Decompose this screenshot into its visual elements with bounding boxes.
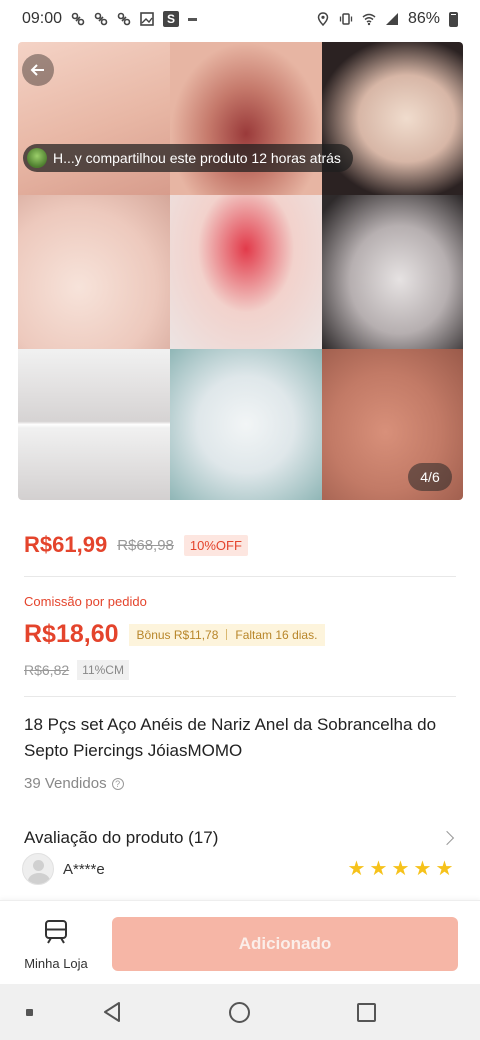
gallery-tile-medusa-piercing [170, 42, 322, 195]
price-original: R$68,98 [117, 536, 174, 554]
price-row: R$61,99 R$68,98 10%OFF [24, 532, 248, 558]
status-right: 86% [316, 10, 458, 28]
divider [24, 696, 456, 697]
sharer-avatar [27, 148, 47, 168]
avatar [22, 853, 54, 885]
battery-percent: 86% [407, 10, 440, 27]
image-icon [140, 12, 154, 26]
my-store-button[interactable]: Minha Loja [20, 919, 92, 971]
star-icon: ★ [413, 857, 432, 880]
gallery-tile-bridge-piercing [18, 349, 170, 500]
sold-count-row: 39 Vendidos ? [24, 775, 124, 792]
commission-old-value: R$6,82 [24, 662, 70, 678]
star-icon: ★ [369, 857, 388, 880]
chevron-right-icon [439, 830, 455, 846]
commission-row: R$18,60 Bônus R$11,78 Faltam 16 dias. [24, 620, 326, 649]
link-icon [117, 12, 131, 26]
star-rating: ★ ★ ★ ★ ★ [347, 857, 454, 880]
location-icon [316, 12, 330, 26]
status-left: 09:00 S [22, 10, 198, 28]
vibrate-icon [339, 12, 353, 26]
gallery-tile-ear-piercing [322, 195, 463, 349]
battery-icon [449, 11, 458, 27]
arrow-left-icon [30, 64, 44, 76]
bonus-box: Bônus R$11,78 Faltam 16 dias. [128, 623, 326, 646]
help-icon[interactable]: ? [111, 777, 124, 790]
bonus-separator [226, 629, 228, 640]
star-icon: ★ [347, 857, 366, 880]
commission-old-row: R$6,82 11%CM [24, 660, 129, 680]
link-icon [94, 12, 108, 26]
my-store-label: Minha Loja [24, 956, 88, 971]
link-icon [71, 12, 85, 26]
nav-home-icon[interactable] [229, 1002, 250, 1023]
sold-count: 39 Vendidos [24, 775, 107, 792]
bonus-amount: Bônus R$11,78 [136, 627, 219, 642]
nav-indicator-icon [26, 1009, 33, 1016]
gallery-tile-face-piercing [170, 349, 322, 500]
added-button[interactable]: Adicionado [112, 917, 458, 971]
bottom-action-bar: Minha Loja Adicionado [0, 900, 480, 984]
reviews-title: Avaliação do produto (17) [24, 828, 219, 847]
status-time: 09:00 [22, 10, 63, 27]
reviews-header[interactable]: Avaliação do produto (17) [24, 828, 455, 848]
gallery-tile-eyebrow-piercing [18, 195, 170, 349]
system-nav-bar [0, 984, 480, 1040]
share-banner-text: H...y compartilhou este produto 12 horas… [53, 150, 341, 166]
dash-icon [188, 17, 198, 21]
review-item: A****e ★ ★ ★ ★ ★ [22, 853, 454, 885]
back-button[interactable] [22, 54, 54, 86]
bonus-days-left: Faltam 16 dias. [235, 627, 318, 642]
product-title: 18 Pçs set Aço Anéis de Nariz Anel da So… [24, 715, 437, 760]
price-current: R$61,99 [24, 532, 108, 557]
commission-value: R$18,60 [24, 620, 119, 648]
star-icon: ★ [391, 857, 410, 880]
s-app-icon: S [163, 11, 180, 27]
gallery-tile-finger-piercing [322, 42, 463, 195]
status-bar: 09:00 S 86% [0, 0, 480, 38]
divider [24, 576, 456, 577]
discount-badge: 10%OFF [183, 534, 248, 556]
image-page-counter: 4/6 [408, 463, 452, 491]
product-image-gallery[interactable] [18, 42, 463, 500]
reviewer-name: A****e [63, 860, 105, 878]
wifi-icon [362, 12, 376, 26]
share-banner: H...y compartilhou este produto 12 horas… [23, 144, 353, 172]
commission-rate-tag: 11%CM [77, 660, 129, 680]
nav-back-icon[interactable] [102, 1001, 122, 1028]
star-icon: ★ [435, 857, 454, 880]
signal-icon [385, 12, 399, 26]
nav-recent-apps-icon[interactable] [357, 1003, 376, 1022]
store-icon [43, 919, 69, 950]
gallery-tile-snakebite-piercing [170, 195, 322, 349]
commission-label: Comissão por pedido [24, 594, 147, 609]
